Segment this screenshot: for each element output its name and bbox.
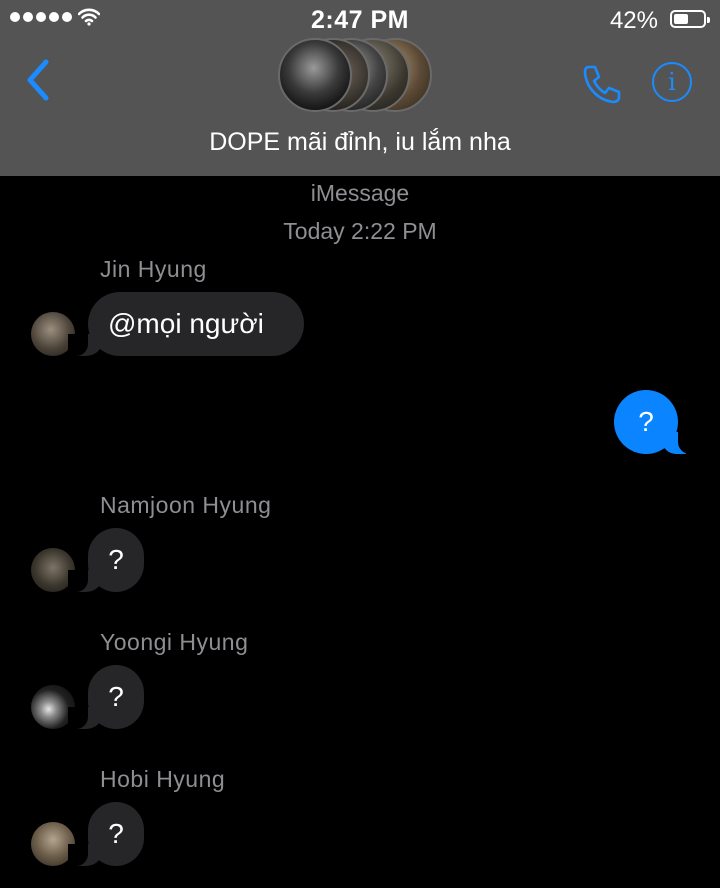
- back-button[interactable]: [22, 58, 54, 102]
- message-text: @mọi người: [108, 308, 264, 339]
- info-button[interactable]: i: [652, 62, 692, 102]
- message-text: ?: [638, 406, 654, 437]
- outgoing-message-bubble[interactable]: ?: [614, 390, 698, 454]
- sender-name: Jin Hyung: [100, 256, 207, 282]
- sender-name: Namjoon Hyung: [100, 492, 272, 518]
- avatar: [278, 38, 352, 112]
- battery-percent: 42%: [609, 7, 658, 34]
- conversation-header: 2:47 PM 42% i DOPE mãi đỉnh, iu lắm nha: [0, 0, 720, 176]
- message-text: ?: [108, 818, 124, 849]
- conversation-timestamp: Today 2:22 PM: [283, 218, 437, 244]
- incoming-message-bubble[interactable]: ?: [68, 665, 144, 729]
- incoming-message-bubble[interactable]: ?: [68, 802, 144, 866]
- sender-name: Yoongi Hyung: [100, 629, 249, 655]
- group-avatars[interactable]: [278, 38, 448, 114]
- group-name[interactable]: DOPE mãi đỉnh, iu lắm nha: [0, 128, 720, 157]
- service-label: iMessage: [310, 180, 410, 206]
- message-text: ?: [108, 681, 124, 712]
- phone-call-button[interactable]: [580, 62, 624, 106]
- sender-name: Hobi Hyung: [100, 766, 226, 792]
- status-bar: 2:47 PM 42%: [0, 0, 720, 40]
- message-text: ?: [108, 544, 124, 575]
- battery-icon: [670, 10, 710, 28]
- incoming-message-bubble[interactable]: ?: [68, 528, 144, 592]
- incoming-message-bubble[interactable]: @mọi người: [68, 292, 304, 356]
